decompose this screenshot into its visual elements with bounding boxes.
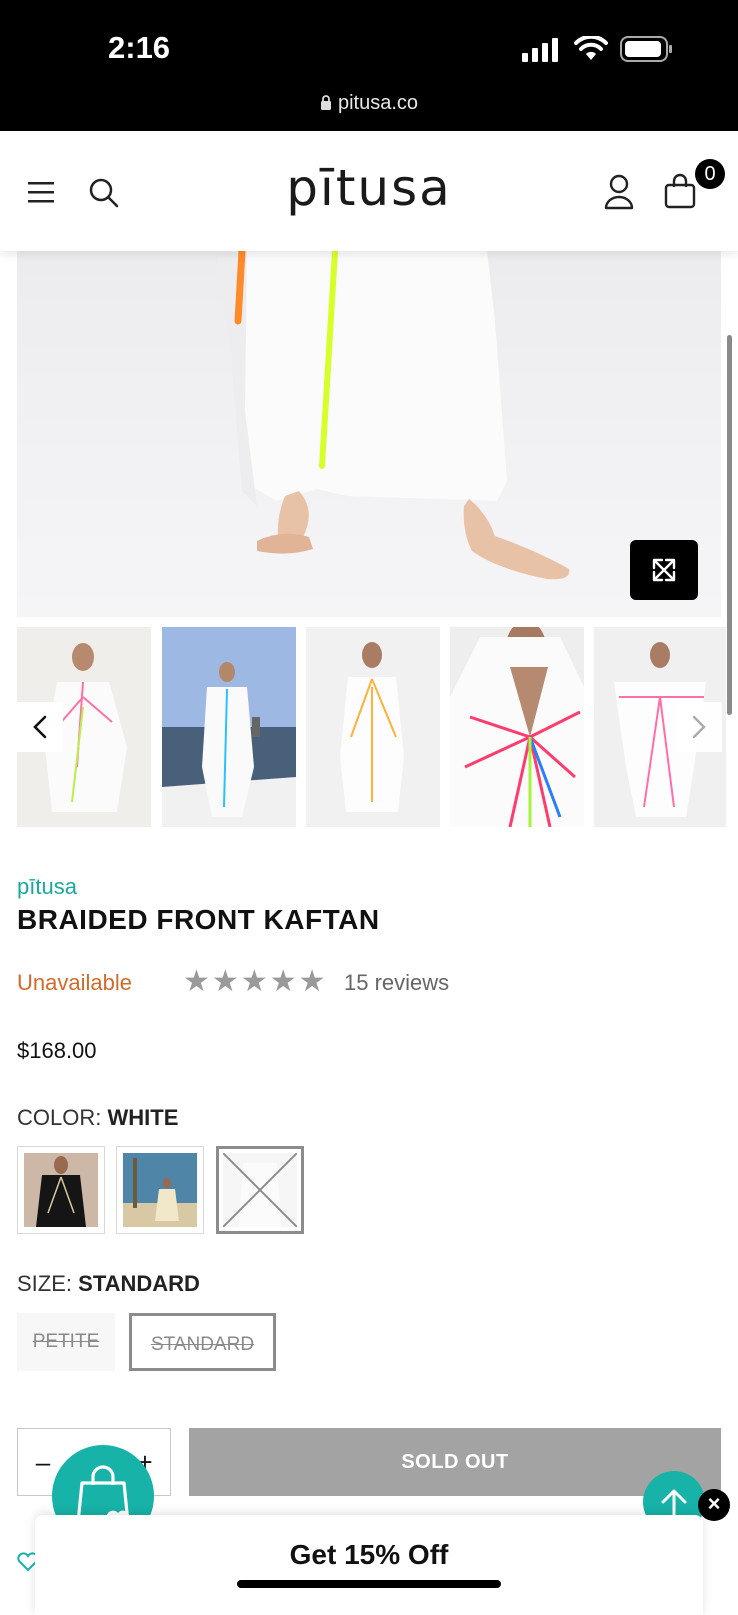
site-header: pītusa 0 bbox=[0, 131, 738, 251]
star-icon: ★ bbox=[298, 965, 328, 998]
url-bar[interactable]: pitusa.co bbox=[0, 92, 738, 115]
gallery-thumbnail[interactable] bbox=[162, 627, 296, 827]
color-swatch-white-selected[interactable] bbox=[216, 1146, 304, 1234]
wifi-icon bbox=[574, 36, 608, 60]
color-swatch-sand[interactable] bbox=[116, 1146, 204, 1234]
size-option-petite[interactable]: PETITE bbox=[17, 1313, 115, 1371]
url-text: pitusa.co bbox=[337, 92, 419, 114]
size-option-standard[interactable]: STANDARD bbox=[129, 1313, 276, 1371]
color-swatch-black[interactable] bbox=[17, 1146, 105, 1234]
product-main-image[interactable] bbox=[17, 251, 721, 617]
color-option-label: COLOR: WHITE bbox=[17, 1105, 178, 1131]
color-label: COLOR: bbox=[17, 1105, 102, 1130]
size-label: SIZE: bbox=[17, 1271, 73, 1296]
expand-image-button[interactable] bbox=[630, 540, 698, 600]
home-indicator[interactable] bbox=[237, 1580, 501, 1588]
page-scrollbar[interactable] bbox=[727, 335, 732, 715]
close-icon[interactable]: × bbox=[698, 1489, 730, 1521]
size-option-label: SIZE: STANDARD bbox=[17, 1271, 200, 1297]
rating-stars[interactable]: ★★★★★ bbox=[183, 964, 328, 999]
account-icon[interactable] bbox=[603, 174, 635, 210]
product-photo bbox=[217, 251, 570, 580]
size-selected-value: STANDARD bbox=[78, 1271, 200, 1296]
product-brand-link[interactable]: pītusa bbox=[17, 874, 77, 900]
gallery-prev-button[interactable] bbox=[17, 702, 63, 752]
star-icon: ★ bbox=[183, 965, 212, 998]
expand-icon bbox=[652, 558, 676, 582]
gallery-thumbnail[interactable] bbox=[450, 627, 584, 827]
battery-icon bbox=[620, 36, 672, 62]
status-time: 2:16 bbox=[108, 30, 171, 65]
product-price: $168.00 bbox=[17, 1038, 97, 1063]
status-bar: 2:16 pitusa.co bbox=[0, 0, 738, 131]
lock-icon bbox=[320, 95, 331, 110]
discount-popup-text[interactable]: Get 15% Off bbox=[35, 1539, 703, 1571]
chevron-left-icon bbox=[33, 715, 47, 739]
availability-status: Unavailable bbox=[17, 970, 132, 995]
color-selected-value: WHITE bbox=[107, 1105, 179, 1130]
signal-icon bbox=[522, 38, 558, 62]
chevron-right-icon bbox=[692, 715, 706, 739]
cart-count-badge[interactable]: 0 bbox=[695, 159, 725, 189]
product-title: BRAIDED FRONT KAFTAN bbox=[17, 904, 380, 935]
star-icon: ★ bbox=[211, 965, 241, 998]
discount-popup[interactable]: Get 15% Off bbox=[35, 1515, 703, 1615]
gallery-thumbnail[interactable] bbox=[306, 627, 440, 827]
sold-out-button[interactable]: SOLD OUT bbox=[189, 1428, 721, 1496]
reviews-link[interactable]: 15 reviews bbox=[344, 970, 449, 996]
cart-icon[interactable] bbox=[664, 173, 696, 209]
star-icon: ★ bbox=[240, 965, 270, 998]
gallery-next-button[interactable] bbox=[676, 702, 722, 752]
star-icon: ★ bbox=[269, 965, 299, 998]
